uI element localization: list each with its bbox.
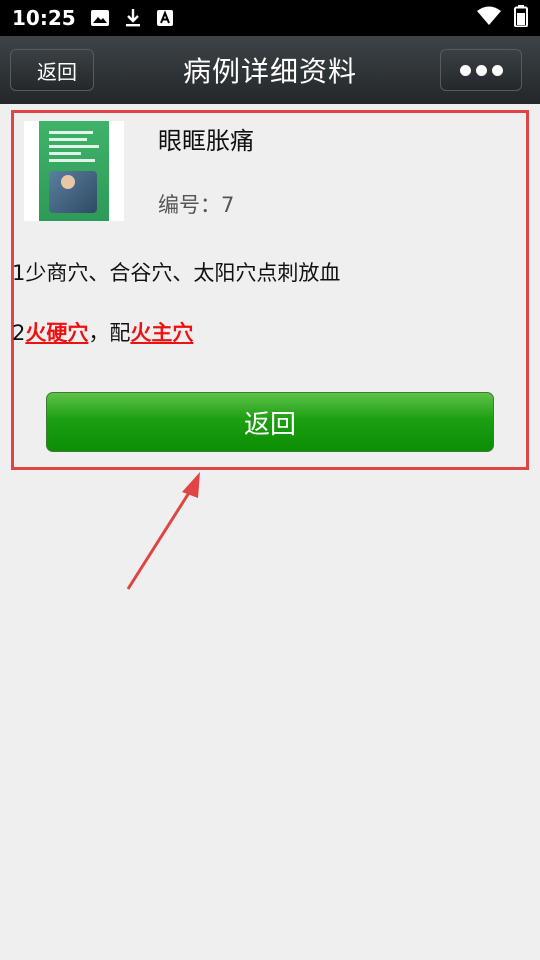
return-button[interactable]: 返回 — [46, 392, 494, 452]
keyboard-a-icon — [156, 9, 174, 27]
status-time: 10:25 — [12, 6, 76, 30]
image-icon — [90, 9, 110, 27]
book-cover-icon — [39, 121, 109, 221]
case-thumbnail — [24, 121, 124, 221]
more-menu-button[interactable] — [440, 49, 522, 91]
download-icon — [124, 8, 142, 28]
acupoint-link-1[interactable]: 火硬穴 — [25, 321, 88, 345]
status-bar: 10:25 — [0, 0, 540, 36]
treatment-line-1: 1少商穴、合谷穴、太阳穴点刺放血 — [12, 261, 341, 285]
wifi-icon — [476, 6, 502, 30]
acupoint-link-2[interactable]: 火主穴 — [130, 321, 193, 345]
case-number: 编号：7 — [158, 189, 234, 219]
treatment-line-2: 2火硬穴，配火主穴 — [12, 317, 193, 347]
case-title: 眼眶胀痛 — [158, 127, 254, 155]
nav-bar: 返回 病例详细资料 — [0, 36, 540, 104]
case-number-label: 编号： — [158, 193, 221, 217]
battery-icon — [514, 5, 528, 31]
annotation-arrow — [126, 472, 200, 590]
case-number-value: 7 — [221, 193, 235, 217]
more-dots-icon — [459, 64, 471, 76]
line2-separator: ，配 — [88, 321, 131, 345]
line2-prefix: 2 — [12, 321, 26, 345]
